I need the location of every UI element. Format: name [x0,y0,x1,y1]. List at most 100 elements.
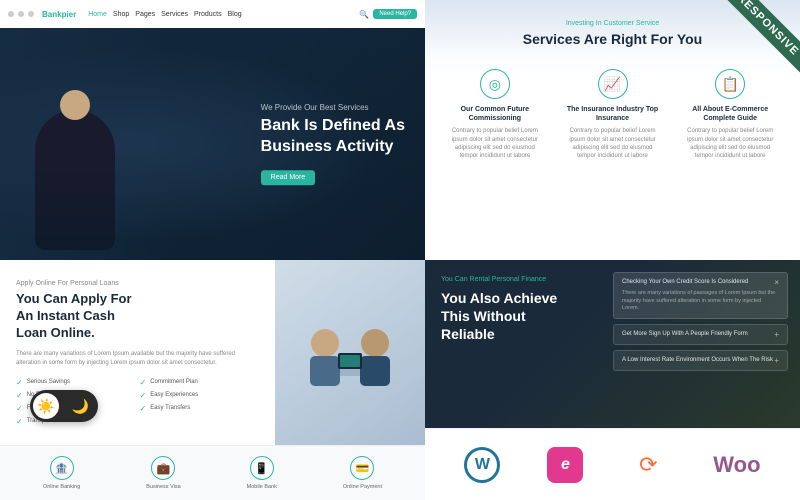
loan-illustration [290,293,410,423]
browser-nav: Home Shop Pages Services Products Blog [88,11,241,18]
hero-content: We Provide Our Best Services Bank Is Def… [261,103,405,185]
accordion-chevron-1: × [774,278,779,287]
moon-icon: 🌙 [72,398,95,415]
accordion-header-2: Get More Sign Up With A People Friendly … [622,330,779,339]
accordion-title-2: Get More Sign Up With A People Friendly … [622,331,774,339]
loan-section-wrapper: Apply Online For Personal Loans You Can … [0,260,425,500]
accordion-chevron-3: + [774,356,779,365]
loan-feature-2: ✓ Commitment Plan [140,378,260,387]
accordion-list: Checking Your Own Credit Score Is Consid… [613,272,788,416]
loan-section: Apply Online For Personal Loans You Can … [0,260,425,456]
feature-label-1: Serious Savings [27,379,70,385]
woo-text: Woo [713,452,760,478]
bottom-icon-online-payment: 💳 Online Payment [343,456,382,490]
nav-services[interactable]: Services [161,11,188,18]
dark-mode-toggle[interactable]: ☀️ 🌙 [30,390,98,422]
main-container: Bankpier Home Shop Pages Services Produc… [0,0,800,500]
hero-subtitle: We Provide Our Best Services [261,103,405,112]
person-body [35,110,115,250]
loan-image [275,260,425,456]
nav-products[interactable]: Products [194,11,222,18]
bottom-icon-online-banking: 🏦 Online Banking [43,456,80,490]
browser-search: 🔍 Need Help? [359,9,417,19]
finance-title-line2: This Without [441,308,526,324]
service-card-1: ◎ Our Common Future Commissioning Contra… [441,61,549,169]
browser-dot-2 [18,11,24,17]
wordpress-logo: W [464,447,500,483]
loan-title: You Can Apply For An Instant Cash Loan O… [16,291,259,342]
hero-section: Bankpier Home Shop Pages Services Produc… [0,0,425,260]
feature-label-4: Easy Experiences [150,392,198,398]
responsive-ribbon: RESPONSIVE [690,0,800,110]
online-payment-icon: 💳 [350,456,374,480]
bottom-icon-business-visa: 💼 Business Visa [146,456,180,490]
bottom-icon-mobile-bank: 📱 Mobile Bank [247,456,277,490]
online-banking-label: Online Banking [43,484,80,490]
elementor-logo: e [547,447,583,483]
tech-logos-bar: W e ⟳ Woo [425,428,800,500]
finance-title-line3: Reliable [441,326,495,342]
accordion-chevron-2: + [774,330,779,339]
wp-logo-icon: W [464,447,500,483]
services-section: RESPONSIVE Investing In Customer Service… [425,0,800,260]
service-icon-2: 📈 [598,69,628,99]
service-icon-1: ◎ [480,69,510,99]
loan-title-line1: You Can Apply For [16,291,132,306]
online-banking-icon: 🏦 [50,456,74,480]
service-text-2: Contrary to popular belief Lorem ipsum d… [563,127,663,161]
accordion-header-3: A Low Interest Rate Environment Occurs W… [622,356,779,365]
nav-pages[interactable]: Pages [135,11,155,18]
browser-bar: Bankpier Home Shop Pages Services Produc… [0,0,425,28]
loan-content: Apply Online For Personal Loans You Can … [0,260,275,456]
check-icon-6: ✓ [140,404,147,413]
hero-title: Bank Is Defined As Business Activity [261,116,405,158]
refresh-logo: ⟳ [630,447,666,483]
right-bottom: You Can Rental Personal Finance You Also… [425,260,800,500]
accordion-item-2[interactable]: Get More Sign Up With A People Friendly … [613,324,788,345]
service-title-1: Our Common Future Commissioning [445,105,545,123]
hero-background: We Provide Our Best Services Bank Is Def… [0,28,425,260]
accordion-title-3: A Low Interest Rate Environment Occurs W… [622,357,774,365]
feature-label-2: Commitment Plan [150,379,198,385]
hero-cta-button[interactable]: Read More [261,170,316,185]
accordion-title-1: Checking Your Own Credit Score Is Consid… [622,279,774,287]
check-icon-5: ✓ [16,404,23,413]
nav-blog[interactable]: Blog [228,11,242,18]
feature-label-6: Easy Transfers [150,405,190,411]
bottom-icons-row: 🏦 Online Banking 💼 Business Visa 📱 Mobil… [0,445,425,500]
accordion-header-1: Checking Your Own Credit Score Is Consid… [622,278,779,287]
search-icon[interactable]: 🔍 [359,10,369,19]
service-text-1: Contrary to popular belief Lorem ipsum d… [445,127,545,161]
loan-title-line2: An Instant Cash [16,308,115,323]
woocommerce-logo: Woo [713,452,760,478]
browser-logo: Bankpier [42,10,76,19]
loan-title-line3: Loan Online. [16,325,95,340]
loan-people-scene [290,293,410,423]
responsive-badge-text: RESPONSIVE [718,0,800,75]
hero-title-line2: Business Activity [261,138,394,155]
header-cta-button[interactable]: Need Help? [373,9,417,19]
nav-shop[interactable]: Shop [113,11,129,18]
mobile-bank-label: Mobile Bank [247,484,277,490]
loan-feature-1: ✓ Serious Savings [16,378,136,387]
loan-feature-6: ✓ Easy Transfers [140,404,260,413]
loan-description: There are many variations of Lorem Ipsum… [16,350,259,368]
finance-section: You Can Rental Personal Finance You Also… [425,260,800,428]
toggle-knob: ☀️ [33,393,59,419]
hero-title-line1: Bank Is Defined As [261,117,405,134]
finance-title: You Also Achieve This Without Reliable [441,289,601,344]
service-text-3: Contrary to popular belief Lorem ipsum d… [680,127,780,161]
nav-home[interactable]: Home [88,11,107,18]
check-icon-1: ✓ [16,378,23,387]
loan-section-label: Apply Online For Personal Loans [16,280,259,287]
business-visa-label: Business Visa [146,484,180,490]
accordion-body-1: There are many variations of passages of… [622,290,779,313]
el-logo-icon: e [547,447,583,483]
service-title-2: The Insurance Industry Top Insurance [563,105,663,123]
accordion-item-1[interactable]: Checking Your Own Credit Score Is Consid… [613,272,788,319]
finance-title-line1: You Also Achieve [441,290,557,306]
service-card-2: 📈 The Insurance Industry Top Insurance C… [559,61,667,169]
accordion-item-3[interactable]: A Low Interest Rate Environment Occurs W… [613,350,788,371]
hero-person-image [10,38,140,250]
online-payment-label: Online Payment [343,484,382,490]
